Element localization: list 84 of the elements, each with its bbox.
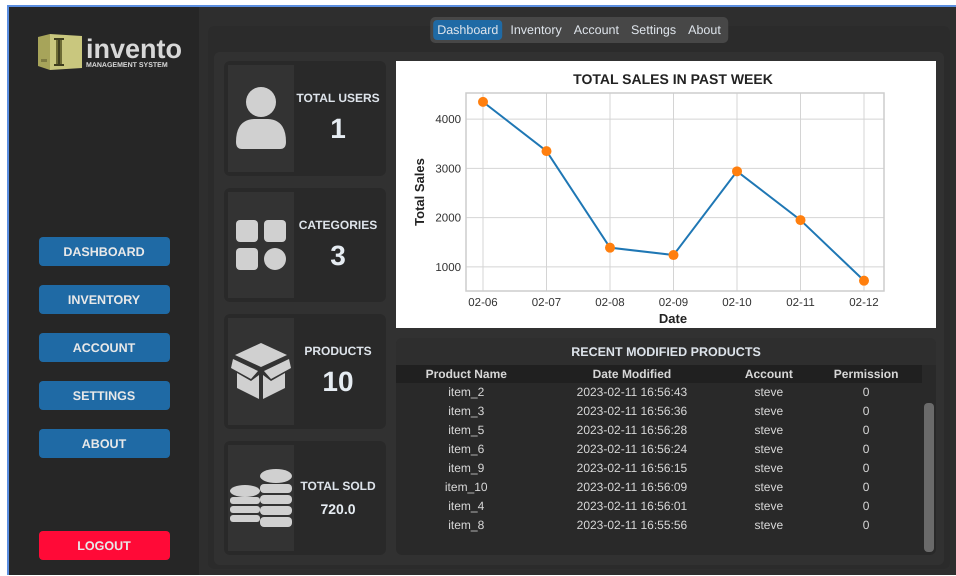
sidebar-button[interactable]: SETTINGS: [38, 381, 170, 410]
tab[interactable]: Settings: [626, 20, 680, 40]
table-cell: 2023-02-11 16:56:43: [536, 383, 728, 402]
table-cell-text: 2023-02-11 16:55:56: [576, 517, 688, 534]
y-tick-label: 1000: [435, 262, 461, 274]
table-cell-text: 2023-02-11 16:56:15: [576, 460, 688, 477]
tab[interactable]: Account: [570, 20, 623, 40]
x-tick-label: 02-09: [658, 297, 688, 309]
table-cell-text: 2023-02-11 16:56:28: [576, 422, 688, 439]
table-cell-text: 0: [862, 517, 870, 534]
column-header: Account: [727, 365, 810, 383]
table-title: RECENT MODIFIED PRODUCTS: [396, 338, 936, 365]
sidebar-button[interactable]: DASHBOARD: [38, 237, 170, 266]
table-cell-text: 0: [862, 479, 870, 496]
x-tick-label: 02-06: [468, 297, 498, 309]
table-cell: 0: [810, 383, 922, 402]
table-cell-text: 0: [862, 422, 870, 439]
table-cell-text: 2023-02-11 16:56:24: [576, 441, 688, 458]
column-header: Date Modified: [536, 365, 728, 383]
stat-label: TOTAL SOLD: [300, 478, 376, 493]
stat-label: PRODUCTS: [304, 344, 372, 358]
table-cell-text: item_6: [447, 441, 486, 458]
table-cell-text: item_4: [447, 498, 486, 515]
table-cell-text: item_3: [447, 403, 486, 420]
table-cell-text: steve: [753, 460, 784, 477]
table-cell-text: item_5: [447, 422, 486, 439]
y-tick-label: 3000: [435, 163, 461, 176]
table-cell-text: steve: [753, 403, 784, 420]
tab[interactable]: About: [684, 20, 725, 40]
table-cell-text: 0: [862, 498, 870, 515]
table-cell-text: steve: [753, 422, 784, 439]
chart-title: TOTAL SALES IN PAST WEEK: [573, 71, 773, 87]
x-axis-title: Date: [658, 311, 688, 326]
scrollbar-thumb[interactable]: [924, 403, 934, 552]
x-tick-label: 02-12: [849, 297, 879, 309]
sidebar-button[interactable]: ACCOUNT: [38, 333, 170, 362]
y-tick-label: 2000: [435, 212, 461, 225]
column-header: Permission: [810, 365, 922, 383]
logo-wordmark: invento: [86, 36, 182, 62]
y-tick-label: 4000: [435, 114, 461, 126]
table-cell-text: 0: [862, 441, 870, 458]
column-header: Product Name: [396, 365, 536, 383]
sidebar-button[interactable]: ABOUT: [38, 429, 170, 458]
table-cell-text: steve: [753, 479, 784, 496]
stat-value: 10: [322, 366, 354, 398]
data-point: [668, 250, 678, 260]
table-cell-text: 0: [862, 403, 870, 420]
stat-label: TOTAL USERS: [296, 91, 380, 106]
table-cell-text: item_10: [444, 479, 489, 496]
tab[interactable]: Inventory: [506, 20, 566, 40]
x-tick-label: 02-11: [786, 297, 815, 309]
data-point: [796, 215, 806, 226]
table-cell: item_2: [396, 383, 536, 402]
x-tick-label: 02-08: [595, 297, 625, 309]
x-tick-label: 02-07: [532, 297, 562, 309]
logout-button[interactable]: LOGOUT: [38, 531, 170, 560]
data-point: [732, 166, 742, 176]
table-cell-text: 2023-02-11 16:56:36: [576, 403, 688, 420]
table-cell-text: 2023-02-11 16:56:09: [576, 479, 688, 496]
categories-icon: [236, 220, 286, 270]
sidebar-button[interactable]: INVENTORY: [38, 285, 170, 314]
table-cell-text: steve: [753, 517, 784, 534]
x-tick-label: 02-10: [722, 297, 752, 309]
data-point: [605, 242, 615, 253]
open-box-icon: [231, 343, 291, 400]
box-logo-icon: [36, 33, 84, 71]
table-cell: steve: [727, 383, 810, 402]
coins-icon: [230, 468, 292, 527]
data-point: [859, 276, 869, 286]
table-cell-text: item_9: [447, 460, 486, 477]
data-point: [478, 96, 488, 107]
table-cell-text: steve: [753, 441, 784, 458]
data-point: [542, 146, 552, 156]
stat-value: 720.0: [320, 500, 356, 517]
user-icon: [234, 86, 288, 150]
table-cell-text: item_8: [447, 517, 486, 534]
stat-label: CATEGORIES: [298, 218, 378, 232]
table-cell-text: 2023-02-11 16:56:01: [576, 498, 688, 515]
table-cell-text: 0: [862, 460, 870, 477]
y-axis-title: Total Sales: [412, 158, 427, 226]
stat-value: 1: [330, 113, 346, 146]
table-cell-text: steve: [753, 498, 784, 515]
tab[interactable]: Dashboard: [433, 20, 502, 40]
stat-value: 3: [330, 240, 346, 272]
